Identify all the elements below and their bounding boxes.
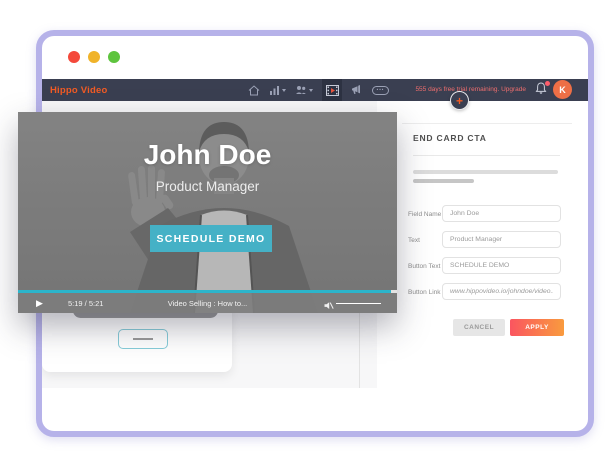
- nav-icon-group: •••: [248, 79, 389, 101]
- endcard-name: John Doe: [18, 139, 397, 171]
- video-player[interactable]: John Doe Product Manager SCHEDULE DEMO ▶…: [18, 112, 397, 313]
- panel-skeleton-line-2: [413, 179, 474, 183]
- chevron-down-icon: [282, 89, 286, 92]
- trial-upgrade-link[interactable]: 555 days free trial remaining. Upgrade: [415, 86, 526, 93]
- user-avatar[interactable]: K: [553, 80, 572, 99]
- teams-icon[interactable]: [295, 79, 313, 101]
- apply-button[interactable]: APPLY: [510, 319, 564, 336]
- page: Hippo Video •••: [0, 0, 608, 455]
- endcard-role: Product Manager: [18, 179, 397, 194]
- window-minimize-button[interactable]: [88, 51, 100, 63]
- analytics-icon[interactable]: [269, 79, 286, 101]
- more-icon[interactable]: •••: [372, 86, 389, 95]
- window-close-button[interactable]: [68, 51, 80, 63]
- cancel-button[interactable]: CANCEL: [453, 319, 505, 336]
- volume-slider[interactable]: [336, 303, 381, 305]
- card-action-button[interactable]: [118, 329, 168, 349]
- app-navbar: Hippo Video •••: [42, 79, 588, 101]
- button-text-label: Button Text: [408, 263, 442, 270]
- schedule-demo-button[interactable]: SCHEDULE DEMO: [150, 225, 272, 252]
- chevron-down-icon: [309, 89, 313, 92]
- text-label: Text: [408, 237, 442, 244]
- panel-skeleton-line-1: [413, 170, 558, 174]
- home-icon[interactable]: [248, 79, 260, 101]
- field-name-input[interactable]: [442, 205, 561, 222]
- videos-icon-active[interactable]: [322, 79, 342, 101]
- text-input[interactable]: [442, 231, 561, 248]
- volume-muted-icon[interactable]: [324, 298, 334, 313]
- panel-title: END CARD CTA: [413, 133, 487, 143]
- notifications-bell-icon[interactable]: [535, 82, 548, 97]
- campaign-icon[interactable]: [351, 79, 363, 101]
- panel-top-divider: [402, 123, 572, 124]
- hippo-video-logo[interactable]: Hippo Video: [50, 85, 107, 96]
- panel-title-underline: [413, 155, 560, 156]
- notification-badge: [545, 81, 550, 86]
- window-maximize-button[interactable]: [108, 51, 120, 63]
- dash-icon: [133, 338, 153, 341]
- player-controls-bar: ▶ 5:19 / 5:21 Video Selling : How to...: [18, 293, 397, 313]
- field-name-label: Field Name: [408, 211, 442, 218]
- create-video-button[interactable]: +: [450, 91, 469, 110]
- content-column-divider: [359, 310, 360, 388]
- button-link-label: Button Link: [408, 289, 442, 296]
- button-text-input[interactable]: [442, 257, 561, 274]
- button-link-input[interactable]: [442, 283, 561, 300]
